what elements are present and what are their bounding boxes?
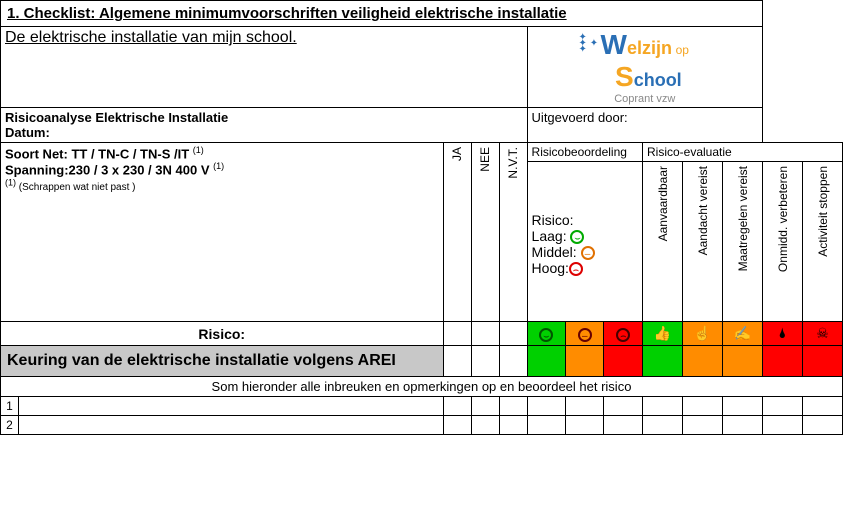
group-eval: Risico-evaluatie xyxy=(643,143,843,162)
row-2-text[interactable] xyxy=(19,416,444,435)
eval-5: ☠ xyxy=(803,322,843,346)
row-2-e2[interactable] xyxy=(683,416,723,435)
assess-green: ⌣ xyxy=(527,322,565,346)
net-ref1: (1) xyxy=(193,145,204,155)
sec-e2[interactable] xyxy=(683,346,723,377)
logo-s: S xyxy=(615,61,634,92)
date-label: Datum: xyxy=(5,125,50,140)
row-1-a2[interactable] xyxy=(566,397,604,416)
row-2-e1[interactable] xyxy=(643,416,683,435)
subtitle: De elektrische installatie van mijn scho… xyxy=(1,27,528,108)
sec-nvt[interactable] xyxy=(499,346,527,377)
row-2-e4[interactable] xyxy=(763,416,803,435)
logo-op: op xyxy=(676,43,689,57)
eval-3: ✍ xyxy=(723,322,763,346)
logo-elzijn: elzijn xyxy=(627,38,672,58)
sec-ja[interactable] xyxy=(443,346,471,377)
col-eval-5: Activiteit stoppen xyxy=(803,162,843,322)
col-eval-4: Onmidd. verbeteren xyxy=(763,162,803,322)
blank-nvt xyxy=(499,322,527,346)
row-2-e3[interactable] xyxy=(723,416,763,435)
net-info: Soort Net: TT / TN-C / TN-S /IT (1) Span… xyxy=(1,143,444,322)
eval-2: ☝ xyxy=(683,322,723,346)
net-line1-label: Soort Net: xyxy=(5,146,71,161)
sec-e1[interactable] xyxy=(643,346,683,377)
row-2-a3[interactable] xyxy=(604,416,643,435)
risk-high: Hoog: xyxy=(532,260,569,276)
row-1-nvt[interactable] xyxy=(499,397,527,416)
row-2-e5[interactable] xyxy=(803,416,843,435)
frown-icon: ⌢ xyxy=(569,262,583,276)
net-line2-label: Spanning: xyxy=(5,163,69,178)
risk-legend: Risico: Laag: ⌣ Middel: – Hoog:⌢ xyxy=(527,162,642,322)
logo-chool: chool xyxy=(634,70,682,90)
row-1-ja[interactable] xyxy=(443,397,471,416)
col-eval-3: Maatregelen vereist xyxy=(723,162,763,322)
sec-e4[interactable] xyxy=(763,346,803,377)
net-ref3: (1) xyxy=(5,178,16,188)
row-2-a1[interactable] xyxy=(527,416,565,435)
sec-a3[interactable] xyxy=(604,346,643,377)
row-1-e2[interactable] xyxy=(683,397,723,416)
row-1-a3[interactable] xyxy=(604,397,643,416)
analysis-label: Risicoanalyse Elektrische Installatie xyxy=(5,110,228,125)
section-heading: Keuring van de elektrische installatie v… xyxy=(1,346,444,377)
col-eval-1: Aanvaardbaar xyxy=(643,162,683,322)
logo: ✦✦ ✦✦ Welzijn op School Coprant vzw xyxy=(527,27,762,108)
row-1-a1[interactable] xyxy=(527,397,565,416)
row-2-nee[interactable] xyxy=(471,416,499,435)
row-1-text[interactable] xyxy=(19,397,444,416)
sec-e3[interactable] xyxy=(723,346,763,377)
meta-right: Uitgevoerd door: xyxy=(527,108,762,143)
risk-low: Laag: xyxy=(532,228,567,244)
blank-nee xyxy=(471,322,499,346)
col-nvt: N.V.T. xyxy=(499,143,527,322)
row-2-ja[interactable] xyxy=(443,416,471,435)
row-1-nee[interactable] xyxy=(471,397,499,416)
logo-sub: Coprant vzw xyxy=(601,93,689,105)
row-1-e4[interactable] xyxy=(763,397,803,416)
col-eval-2: Aandacht vereist xyxy=(683,162,723,322)
checklist-title: 1. Checklist: Algemene minimumvoorschrif… xyxy=(1,1,763,27)
net-note: (Schrappen wat niet past ) xyxy=(19,182,136,193)
eval-4: 🌢 xyxy=(763,322,803,346)
assess-orange: – xyxy=(566,322,604,346)
row-1-e5[interactable] xyxy=(803,397,843,416)
sec-e5[interactable] xyxy=(803,346,843,377)
col-nee: NEE xyxy=(471,143,499,322)
risk-row-label: Risico: xyxy=(1,322,444,346)
row-2-a2[interactable] xyxy=(566,416,604,435)
row-1-num: 1 xyxy=(1,397,19,416)
row-2-num: 2 xyxy=(1,416,19,435)
sec-a2[interactable] xyxy=(566,346,604,377)
row-1-e1[interactable] xyxy=(643,397,683,416)
row-1-e3[interactable] xyxy=(723,397,763,416)
logo-w: W xyxy=(601,29,627,60)
sec-a1[interactable] xyxy=(527,346,565,377)
assess-red: ⌢ xyxy=(604,322,643,346)
net-ref2: (1) xyxy=(213,161,224,171)
row-2-nvt[interactable] xyxy=(499,416,527,435)
sec-nee[interactable] xyxy=(471,346,499,377)
blank-ja xyxy=(443,322,471,346)
net-line2-value: 230 / 3 x 230 / 3N 400 V xyxy=(69,163,210,178)
smile-icon: ⌣ xyxy=(570,230,584,244)
net-line1-value: TT / TN-C / TN-S /IT xyxy=(71,146,189,161)
group-assess: Risicobeoordeling xyxy=(527,143,642,162)
meta-left: Risicoanalyse Elektrische Installatie Da… xyxy=(1,108,528,143)
neutral-icon: – xyxy=(581,246,595,260)
risk-mid: Middel: xyxy=(532,244,577,260)
eval-1: 👍 xyxy=(643,322,683,346)
instruction: Som hieronder alle inbreuken en opmerkin… xyxy=(1,377,843,397)
col-ja: JA xyxy=(443,143,471,322)
risk-title: Risico: xyxy=(532,212,574,228)
by-label: Uitgevoerd door: xyxy=(532,110,628,125)
